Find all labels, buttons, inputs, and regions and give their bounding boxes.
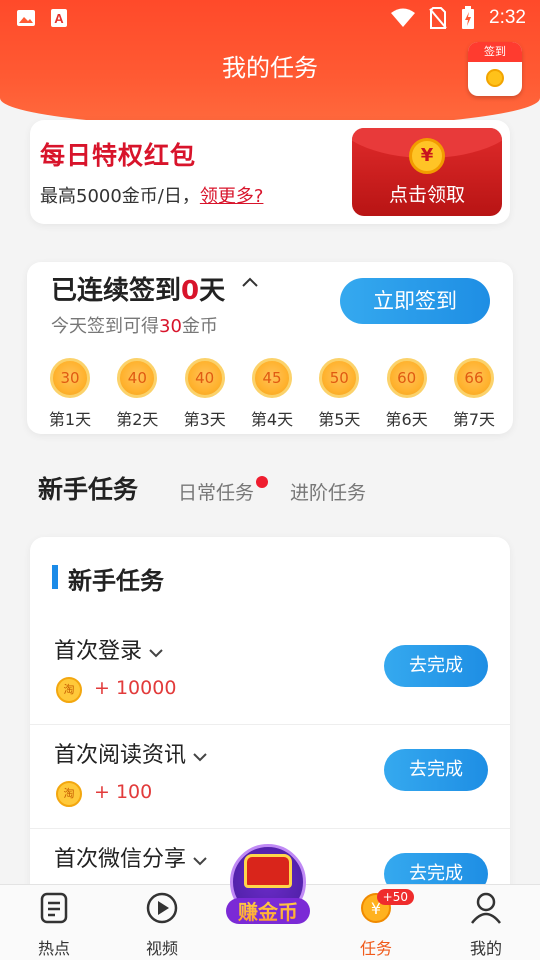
task-name[interactable]: 首次微信分享 xyxy=(54,841,208,873)
day-label: 第2天 xyxy=(116,410,159,429)
task-row: 首次登录 淘 + 10000 去完成 xyxy=(30,621,510,725)
task-name[interactable]: 首次登录 xyxy=(54,633,164,665)
nav-item-hot[interactable]: 热点 xyxy=(14,891,94,959)
nav-item-me[interactable]: 我的 xyxy=(446,891,526,959)
more-link[interactable]: 领更多? xyxy=(200,186,264,207)
task-reward: + 100 xyxy=(94,781,153,803)
task-row: 首次阅读资讯 淘 + 100 去完成 xyxy=(30,725,510,829)
complete-button[interactable]: 去完成 xyxy=(384,645,488,687)
coin-icon: 40 xyxy=(117,358,158,398)
earn-coins-floating-button[interactable]: 赚金币 xyxy=(220,838,316,928)
day-reward: 66 第7天 xyxy=(441,358,507,430)
no-sim-icon xyxy=(429,7,447,29)
task-reward: + 10000 xyxy=(94,677,177,699)
nav-label: 任务 xyxy=(359,939,392,958)
chevron-down-icon xyxy=(193,753,207,762)
day-label: 第5天 xyxy=(318,410,361,429)
coin-icon: 45 xyxy=(251,358,292,398)
privilege-title: 每日特权红包 xyxy=(40,141,197,170)
nav-item-tasks[interactable]: ¥ +50 任务 xyxy=(336,889,416,959)
day-reward: 60 第6天 xyxy=(374,358,440,430)
signin-calendar-button[interactable]: 签到 xyxy=(468,42,522,96)
coin-icon: 淘 xyxy=(56,677,82,703)
tab-daily[interactable]: 日常任务 xyxy=(178,476,269,505)
floater-label: 赚金币 xyxy=(224,896,312,925)
task-tabs: 新手任务 日常任务 进阶任务 xyxy=(38,470,508,510)
chevron-down-icon xyxy=(149,649,163,658)
day-label: 第7天 xyxy=(452,410,496,429)
nav-label: 我的 xyxy=(469,939,502,958)
privilege-subtitle: 最高5000金币/日，领更多? xyxy=(40,182,263,208)
today-prefix: 今天签到可得 xyxy=(51,316,159,337)
day-reward: 50 第5天 xyxy=(306,358,372,430)
checkin-days: 0 xyxy=(181,276,200,306)
task-badge: +50 xyxy=(376,889,414,905)
clock: 2:32 xyxy=(489,7,526,28)
page-title: 我的任务 xyxy=(222,54,318,82)
task-name-text: 首次微信分享 xyxy=(54,847,187,872)
day-label: 第6天 xyxy=(385,410,428,429)
chevron-down-icon xyxy=(193,857,207,866)
checkin-streak: 已连续签到0天 xyxy=(51,270,225,307)
signin-calendar-label: 签到 xyxy=(468,42,522,62)
profile-icon xyxy=(471,892,501,924)
status-bar: A 2:32 xyxy=(0,0,540,36)
news-icon xyxy=(40,892,68,924)
notification-dot xyxy=(256,476,269,488)
coin-icon: 60 xyxy=(386,358,427,398)
chevron-up-icon[interactable] xyxy=(241,276,259,288)
privilege-subtitle-text: 最高5000金币/日， xyxy=(40,186,200,207)
today-amount: 30 xyxy=(159,316,182,337)
section-title: 新手任务 xyxy=(52,561,164,596)
checkin-prefix: 已连续签到 xyxy=(51,276,182,306)
coin-icon: 40 xyxy=(184,358,225,398)
coin-icon: 30 xyxy=(50,358,90,398)
checkin-days-row: 30 第1天 40 第2天 40 第3天 45 第4天 50 第5天 60 第6天 66 第7… xyxy=(37,358,507,430)
complete-button[interactable]: 去完成 xyxy=(384,749,488,791)
day-reward: 45 第4天 xyxy=(239,358,305,430)
yen-coin-icon: ¥ xyxy=(409,138,445,174)
play-icon xyxy=(146,892,178,924)
coin-icon xyxy=(486,69,504,87)
checkin-button[interactable]: 立即签到 xyxy=(340,278,490,324)
day-reward: 40 第2天 xyxy=(104,358,170,430)
svg-text:A: A xyxy=(54,11,64,26)
day-label: 第4天 xyxy=(250,410,294,429)
task-name[interactable]: 首次阅读资讯 xyxy=(54,737,208,769)
wifi-icon xyxy=(391,8,416,27)
image-icon xyxy=(17,10,35,26)
nav-label: 视频 xyxy=(145,939,178,958)
nav-item-video[interactable]: 视频 xyxy=(122,891,202,959)
battery-charging-icon xyxy=(462,6,475,29)
tab-newbie[interactable]: 新手任务 xyxy=(38,470,138,506)
checkin-card: 已连续签到0天 今天签到可得30金币 立即签到 30 第1天 40 第2天 40 第3… xyxy=(27,262,513,434)
coin-icon: 66 xyxy=(453,358,494,398)
claim-envelope-button[interactable]: ¥ 点击领取 xyxy=(352,128,502,216)
checkin-suffix: 天 xyxy=(199,276,226,306)
task-name-text: 首次阅读资讯 xyxy=(54,743,187,768)
treasure-chest-icon xyxy=(244,854,292,888)
day-reward: 30 第1天 xyxy=(37,358,103,430)
coin-icon: 淘 xyxy=(56,781,82,807)
day-label: 第1天 xyxy=(48,410,92,429)
checkin-today: 今天签到可得30金币 xyxy=(51,312,218,338)
privilege-card: 每日特权红包 最高5000金币/日，领更多? ¥ 点击领取 xyxy=(30,120,510,224)
tab-daily-label: 日常任务 xyxy=(178,482,255,504)
claim-label: 点击领取 xyxy=(388,184,465,206)
day-label: 第3天 xyxy=(183,410,226,429)
nav-label: 热点 xyxy=(37,939,70,958)
coin-icon: 50 xyxy=(319,358,360,398)
today-suffix: 金币 xyxy=(181,316,218,337)
tab-advanced[interactable]: 进阶任务 xyxy=(290,478,366,505)
app-a-icon: A xyxy=(51,9,67,27)
day-reward: 40 第3天 xyxy=(172,358,238,430)
task-name-text: 首次登录 xyxy=(54,639,143,664)
